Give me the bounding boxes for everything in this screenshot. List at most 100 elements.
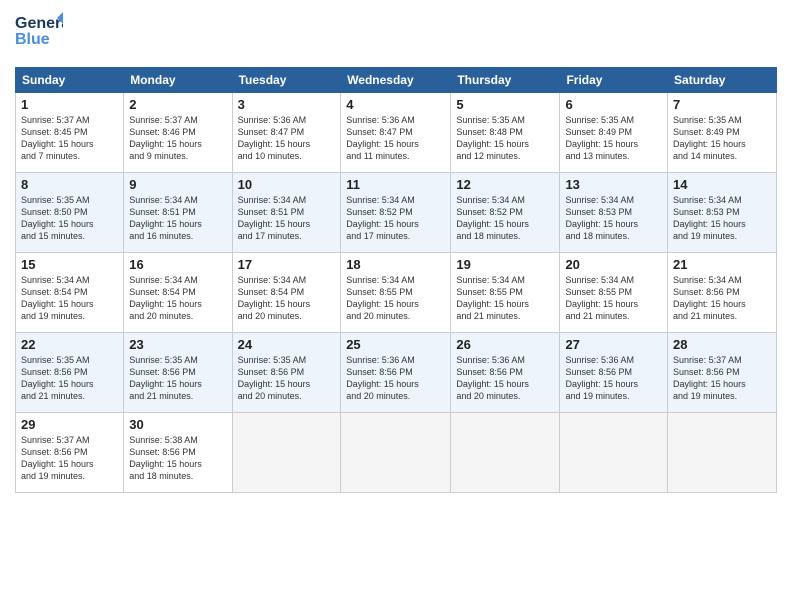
day-number: 3 [238, 97, 336, 112]
day-cell-20: 20 Sunrise: 5:34 AMSunset: 8:55 PMDayligh… [560, 253, 668, 333]
day-number: 9 [129, 177, 226, 192]
day-number: 1 [21, 97, 118, 112]
day-number: 20 [565, 257, 662, 272]
weekday-header-friday: Friday [560, 68, 668, 93]
day-number: 25 [346, 337, 445, 352]
day-number: 30 [129, 417, 226, 432]
day-cell-12: 12 Sunrise: 5:34 AMSunset: 8:52 PMDayligh… [451, 173, 560, 253]
day-info: Sunrise: 5:35 AMSunset: 8:56 PMDaylight:… [21, 354, 118, 403]
day-info: Sunrise: 5:34 AMSunset: 8:54 PMDaylight:… [238, 274, 336, 323]
day-cell-30: 30 Sunrise: 5:38 AMSunset: 8:56 PMDayligh… [124, 413, 232, 493]
weekday-header-thursday: Thursday [451, 68, 560, 93]
svg-text:General: General [15, 15, 63, 32]
day-info: Sunrise: 5:37 AMSunset: 8:46 PMDaylight:… [129, 114, 226, 163]
day-cell-8: 8Sunrise: 5:35 AMSunset: 8:50 PMDaylight… [16, 173, 124, 253]
day-number: 7 [673, 97, 771, 112]
day-number: 17 [238, 257, 336, 272]
day-cell-10: 10 Sunrise: 5:34 AMSunset: 8:51 PMDayligh… [232, 173, 341, 253]
day-info: Sunrise: 5:34 AMSunset: 8:52 PMDaylight:… [346, 194, 445, 243]
day-info: Sunrise: 5:34 AMSunset: 8:55 PMDaylight:… [565, 274, 662, 323]
empty-cell [341, 413, 451, 493]
day-cell-21: 21 Sunrise: 5:34 AMSunset: 8:56 PMDayligh… [668, 253, 777, 333]
day-cell-11: 11 Sunrise: 5:34 AMSunset: 8:52 PMDayligh… [341, 173, 451, 253]
header: General Blue [15, 10, 777, 59]
day-cell-2: 2 Sunrise: 5:37 AMSunset: 8:46 PMDaylight… [124, 93, 232, 173]
day-cell-23: 23 Sunrise: 5:35 AMSunset: 8:56 PMDayligh… [124, 333, 232, 413]
day-info: Sunrise: 5:35 AMSunset: 8:49 PMDaylight:… [565, 114, 662, 163]
day-number: 14 [673, 177, 771, 192]
weekday-header-tuesday: Tuesday [232, 68, 341, 93]
day-number: 4 [346, 97, 445, 112]
day-cell-28: 28 Sunrise: 5:37 AMSunset: 8:56 PMDayligh… [668, 333, 777, 413]
day-info: Sunrise: 5:35 AMSunset: 8:48 PMDaylight:… [456, 114, 554, 163]
day-number: 21 [673, 257, 771, 272]
day-info: Sunrise: 5:35 AMSunset: 8:56 PMDaylight:… [238, 354, 336, 403]
day-cell-25: 25 Sunrise: 5:36 AMSunset: 8:56 PMDayligh… [341, 333, 451, 413]
day-info: Sunrise: 5:37 AMSunset: 8:56 PMDaylight:… [21, 434, 118, 483]
day-info: Sunrise: 5:37 AMSunset: 8:56 PMDaylight:… [673, 354, 771, 403]
day-info: Sunrise: 5:34 AMSunset: 8:52 PMDaylight:… [456, 194, 554, 243]
day-number: 10 [238, 177, 336, 192]
empty-cell [560, 413, 668, 493]
day-number: 12 [456, 177, 554, 192]
day-cell-7: 7 Sunrise: 5:35 AMSunset: 8:49 PMDaylight… [668, 93, 777, 173]
svg-text:Blue: Blue [15, 31, 50, 48]
day-info: Sunrise: 5:34 AMSunset: 8:54 PMDaylight:… [129, 274, 226, 323]
calendar-week-row: 15Sunrise: 5:34 AMSunset: 8:54 PMDayligh… [16, 253, 777, 333]
day-cell-22: 22 Sunrise: 5:35 AMSunset: 8:56 PMDayligh… [16, 333, 124, 413]
day-cell-16: 16 Sunrise: 5:34 AMSunset: 8:54 PMDayligh… [124, 253, 232, 333]
day-number: 16 [129, 257, 226, 272]
day-number: 13 [565, 177, 662, 192]
empty-cell [232, 413, 341, 493]
day-number: 5 [456, 97, 554, 112]
day-cell-19: 19Sunrise: 5:34 AMSunset: 8:55 PMDayligh… [451, 253, 560, 333]
day-number: 23 [129, 337, 226, 352]
day-number: 24 [238, 337, 336, 352]
day-cell-4: 4 Sunrise: 5:36 AMSunset: 8:47 PMDaylight… [341, 93, 451, 173]
day-info: Sunrise: 5:36 AMSunset: 8:56 PMDaylight:… [456, 354, 554, 403]
day-cell-6: 6Sunrise: 5:35 AMSunset: 8:49 PMDaylight… [560, 93, 668, 173]
day-info: Sunrise: 5:34 AMSunset: 8:51 PMDaylight:… [238, 194, 336, 243]
day-cell-13: 13 Sunrise: 5:34 AMSunset: 8:53 PMDayligh… [560, 173, 668, 253]
calendar-table: SundayMondayTuesdayWednesdayThursdayFrid… [15, 67, 777, 493]
weekday-header-sunday: Sunday [16, 68, 124, 93]
day-cell-3: 3Sunrise: 5:36 AMSunset: 8:47 PMDaylight… [232, 93, 341, 173]
weekday-header-row: SundayMondayTuesdayWednesdayThursdayFrid… [16, 68, 777, 93]
day-info: Sunrise: 5:34 AMSunset: 8:54 PMDaylight:… [21, 274, 118, 323]
weekday-header-monday: Monday [124, 68, 232, 93]
day-info: Sunrise: 5:35 AMSunset: 8:49 PMDaylight:… [673, 114, 771, 163]
day-number: 27 [565, 337, 662, 352]
day-info: Sunrise: 5:38 AMSunset: 8:56 PMDaylight:… [129, 434, 226, 483]
day-cell-14: 14 Sunrise: 5:34 AMSunset: 8:53 PMDayligh… [668, 173, 777, 253]
logo: General Blue [15, 10, 63, 59]
day-info: Sunrise: 5:36 AMSunset: 8:56 PMDaylight:… [346, 354, 445, 403]
day-info: Sunrise: 5:36 AMSunset: 8:47 PMDaylight:… [346, 114, 445, 163]
day-info: Sunrise: 5:36 AMSunset: 8:56 PMDaylight:… [565, 354, 662, 403]
day-cell-26: 26 Sunrise: 5:36 AMSunset: 8:56 PMDayligh… [451, 333, 560, 413]
day-number: 18 [346, 257, 445, 272]
day-number: 29 [21, 417, 118, 432]
weekday-header-wednesday: Wednesday [341, 68, 451, 93]
day-number: 26 [456, 337, 554, 352]
logo-icon: General Blue [15, 10, 63, 54]
day-number: 22 [21, 337, 118, 352]
day-number: 19 [456, 257, 554, 272]
day-info: Sunrise: 5:35 AMSunset: 8:56 PMDaylight:… [129, 354, 226, 403]
day-number: 11 [346, 177, 445, 192]
day-number: 2 [129, 97, 226, 112]
empty-cell [668, 413, 777, 493]
day-cell-1: 1Sunrise: 5:37 AMSunset: 8:45 PMDaylight… [16, 93, 124, 173]
calendar-week-row: 1Sunrise: 5:37 AMSunset: 8:45 PMDaylight… [16, 93, 777, 173]
calendar-week-row: 22 Sunrise: 5:35 AMSunset: 8:56 PMDayligh… [16, 333, 777, 413]
day-info: Sunrise: 5:34 AMSunset: 8:53 PMDaylight:… [565, 194, 662, 243]
day-cell-17: 17 Sunrise: 5:34 AMSunset: 8:54 PMDayligh… [232, 253, 341, 333]
day-info: Sunrise: 5:34 AMSunset: 8:56 PMDaylight:… [673, 274, 771, 323]
calendar-week-row: 29 Sunrise: 5:37 AMSunset: 8:56 PMDayligh… [16, 413, 777, 493]
day-number: 28 [673, 337, 771, 352]
day-cell-5: 5 Sunrise: 5:35 AMSunset: 8:48 PMDaylight… [451, 93, 560, 173]
day-cell-29: 29 Sunrise: 5:37 AMSunset: 8:56 PMDayligh… [16, 413, 124, 493]
day-cell-24: 24 Sunrise: 5:35 AMSunset: 8:56 PMDayligh… [232, 333, 341, 413]
day-cell-9: 9 Sunrise: 5:34 AMSunset: 8:51 PMDaylight… [124, 173, 232, 253]
day-info: Sunrise: 5:34 AMSunset: 8:53 PMDaylight:… [673, 194, 771, 243]
day-info: Sunrise: 5:34 AMSunset: 8:51 PMDaylight:… [129, 194, 226, 243]
